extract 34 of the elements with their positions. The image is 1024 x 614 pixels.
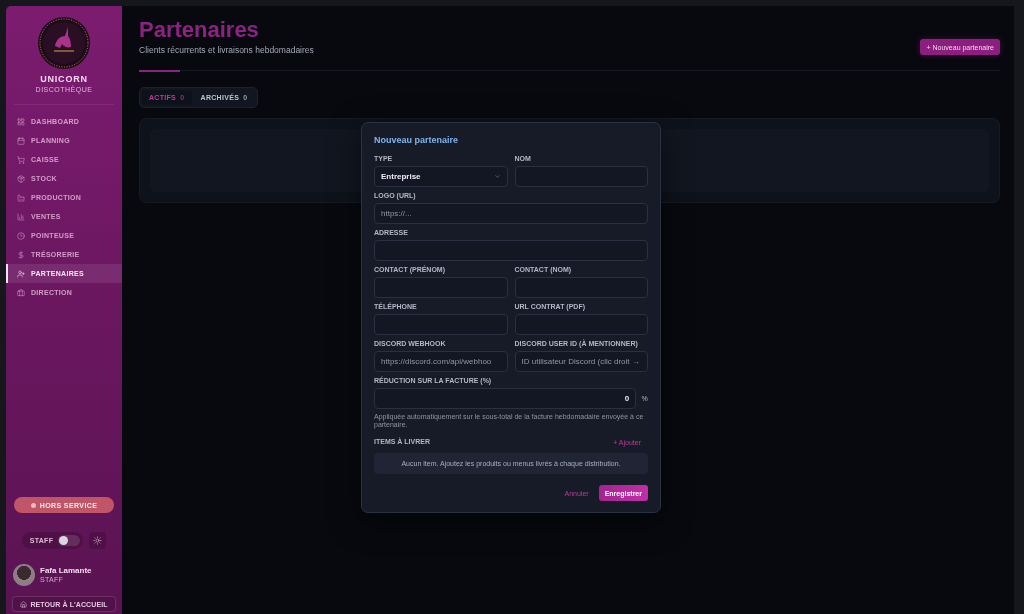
toggle-switch[interactable]: [58, 535, 81, 546]
box-icon: [17, 174, 25, 183]
input-field[interactable]: [374, 240, 648, 261]
theme-button[interactable]: [89, 532, 107, 549]
bar-chart-icon: [17, 212, 25, 221]
input-field[interactable]: ID utilisateur Discord (clic droit →: [514, 351, 648, 372]
logo-icon: [38, 17, 90, 69]
input-field[interactable]: [374, 277, 508, 298]
chevron-down-icon: [493, 173, 501, 180]
input-field[interactable]: [514, 314, 648, 335]
factory-icon: [17, 193, 25, 202]
input-field[interactable]: https://discord.com/api/webhoo: [374, 351, 508, 372]
cart-icon: [17, 155, 25, 164]
house-icon: [20, 600, 28, 608]
page-subtitle: Clients récurrents et livraisons hebdomadaires: [139, 45, 314, 55]
input-field[interactable]: [374, 314, 508, 335]
input-field[interactable]: 0: [374, 388, 637, 409]
briefcase-icon: [17, 288, 25, 297]
clock-icon: [17, 231, 25, 240]
input-field[interactable]: [514, 166, 648, 187]
user-name: Fafa Lamante: [40, 566, 92, 575]
avatar: [13, 564, 35, 586]
status-dot-icon: [30, 502, 36, 508]
dollar-icon: [17, 250, 25, 259]
brand-name: UNICORN: [39, 74, 89, 84]
page-title: Partenaires: [139, 18, 260, 42]
calendar-icon: [17, 136, 25, 145]
select-field[interactable]: Entreprise: [374, 166, 508, 187]
modal-title: Nouveau partenaire: [374, 135, 460, 146]
input-field[interactable]: https://...: [374, 203, 648, 224]
sun-icon: [93, 536, 103, 545]
grid-icon: [17, 117, 25, 126]
input-field[interactable]: [514, 277, 648, 298]
user-plus-icon: [17, 269, 25, 278]
